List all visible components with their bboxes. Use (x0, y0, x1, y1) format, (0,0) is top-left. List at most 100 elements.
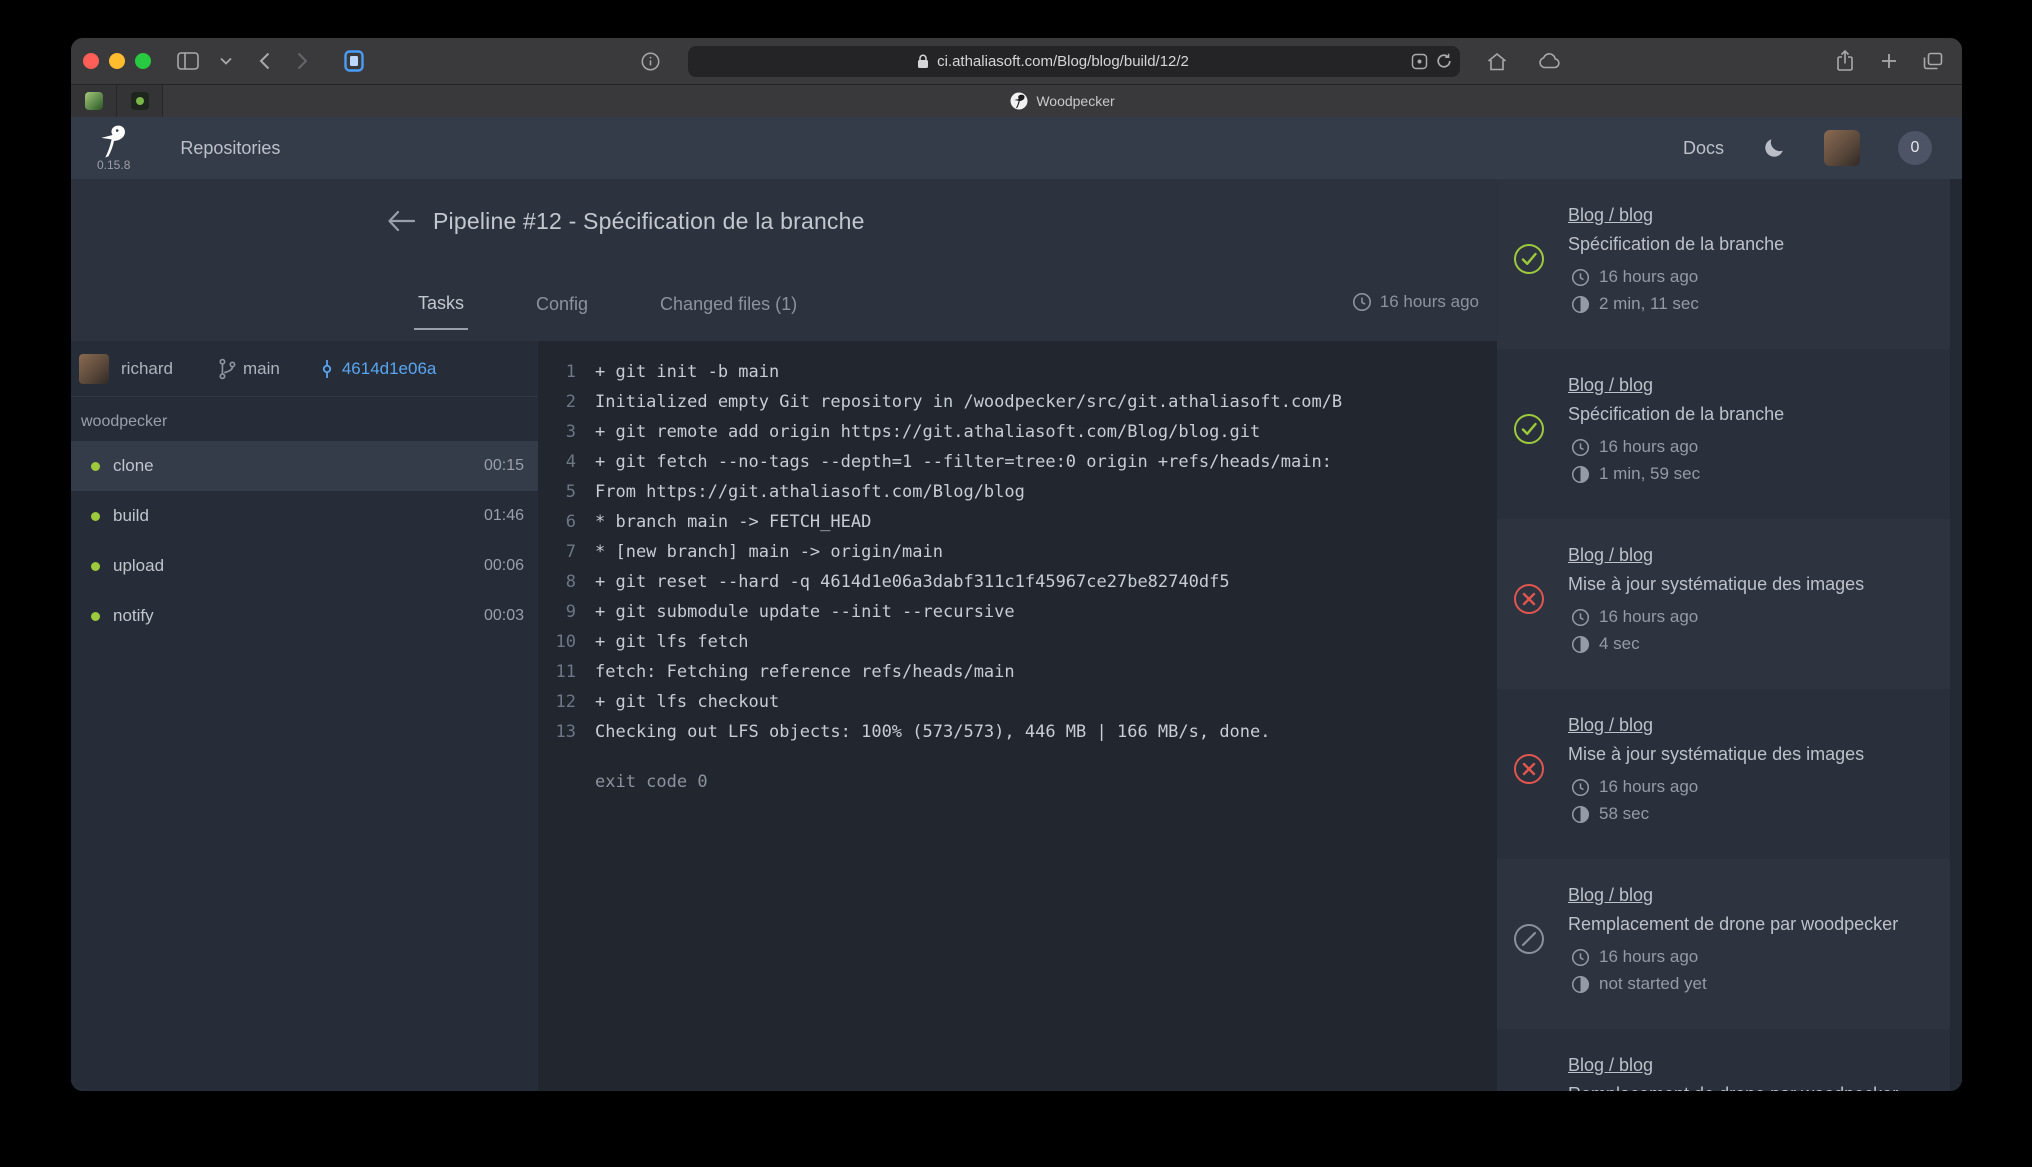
app-navbar: 0.15.8 Repositories Docs 0 (71, 117, 1962, 179)
log-output[interactable]: 1+ git init -b main 2Initialized empty G… (538, 341, 1497, 1091)
run-time: 16 hours ago (1568, 437, 1934, 457)
duration-icon (1571, 465, 1590, 484)
notification-badge[interactable]: 0 (1898, 131, 1932, 165)
log-line: 13Checking out LFS objects: 100% (573/57… (538, 717, 1497, 747)
user-avatar[interactable] (1824, 130, 1860, 166)
tab-changed-files[interactable]: Changed files (1) (656, 276, 801, 329)
run-duration-label: 4 sec (1599, 634, 1640, 654)
failure-icon (1513, 753, 1545, 785)
step-build[interactable]: build 01:46 (71, 491, 538, 541)
close-window-button[interactable] (83, 53, 99, 69)
zoom-window-button[interactable] (135, 53, 151, 69)
tab-tasks[interactable]: Tasks (414, 275, 468, 330)
pipeline-run-item[interactable]: Blog / blog Spécification de la branche … (1497, 179, 1950, 349)
run-repo-link[interactable]: Blog / blog (1568, 205, 1653, 226)
run-duration: 1 min, 59 sec (1568, 464, 1934, 484)
log-line-text: * branch main -> FETCH_HEAD (576, 507, 871, 537)
step-notify[interactable]: notify 00:03 (71, 591, 538, 641)
pipeline-run-item[interactable]: Blog / blog Remplacement de drone par wo… (1497, 1029, 1950, 1091)
home-icon[interactable] (1482, 46, 1512, 76)
nav-repositories-link[interactable]: Repositories (180, 138, 280, 159)
run-message: Mise à jour systématique des images (1568, 574, 1934, 595)
lock-icon (917, 54, 929, 69)
address-bar[interactable]: ci.athaliasoft.com/Blog/blog/build/12/2 (688, 46, 1460, 77)
step-duration: 01:46 (484, 507, 524, 525)
run-duration: 2 min, 11 sec (1568, 294, 1934, 314)
pipeline-run-item[interactable]: Blog / blog Mise à jour systématique des… (1497, 689, 1950, 859)
commit-meta-row: richard main (71, 341, 538, 397)
back-arrow-icon[interactable] (387, 210, 415, 232)
run-repo-link[interactable]: Blog / blog (1568, 885, 1653, 906)
step-name: build (113, 506, 149, 526)
privacy-report-icon[interactable] (636, 46, 666, 76)
run-time: 16 hours ago (1568, 607, 1934, 627)
log-line: 8+ git reset --hard -q 4614d1e06a3dabf31… (538, 567, 1497, 597)
log-line: 2Initialized empty Git repository in /wo… (538, 387, 1497, 417)
pipeline-run-item[interactable]: Blog / blog Remplacement de drone par wo… (1497, 859, 1950, 1029)
log-line-number: 13 (538, 717, 576, 747)
nav-docs-link[interactable]: Docs (1683, 138, 1724, 159)
step-clone[interactable]: clone 00:15 (71, 441, 538, 491)
run-repo-link[interactable]: Blog / blog (1568, 1055, 1653, 1076)
log-line-number: 2 (538, 387, 576, 417)
sidebar-toggle-icon[interactable] (173, 46, 203, 76)
log-line-number: 1 (538, 357, 576, 387)
back-button[interactable] (249, 46, 279, 76)
log-line-number: 6 (538, 507, 576, 537)
step-upload[interactable]: upload 00:06 (71, 541, 538, 591)
log-line-text: + git lfs fetch (576, 627, 749, 657)
author-name: richard (121, 359, 173, 379)
run-duration-label: not started yet (1599, 974, 1707, 994)
pinned-tab-1[interactable] (71, 85, 117, 117)
step-status-dot (91, 462, 100, 471)
run-message: Remplacement de drone par woodpecker (1568, 914, 1934, 935)
forward-button[interactable] (287, 46, 317, 76)
run-duration-label: 1 min, 59 sec (1599, 464, 1700, 484)
log-line: 9+ git submodule update --init --recursi… (538, 597, 1497, 627)
active-tab[interactable]: Woodpecker (163, 85, 1962, 117)
clock-icon (1571, 948, 1590, 967)
chevron-down-icon[interactable] (211, 46, 241, 76)
duration-icon (1571, 975, 1590, 994)
reader-shortcut-icon[interactable] (339, 46, 369, 76)
pipeline-header: Pipeline #12 - Spécification de la branc… (71, 179, 1497, 263)
new-tab-icon[interactable] (1874, 46, 1904, 76)
steps-panel: richard main (71, 341, 538, 1091)
tab-title: Woodpecker (1036, 93, 1114, 109)
log-line-text: + git init -b main (576, 357, 779, 387)
share-icon[interactable] (1830, 46, 1860, 76)
minimize-window-button[interactable] (109, 53, 125, 69)
run-message: Spécification de la branche (1568, 234, 1934, 255)
pipeline-run-item[interactable]: Blog / blog Spécification de la branche … (1497, 349, 1950, 519)
dark-mode-moon-icon[interactable] (1762, 136, 1786, 160)
run-repo-link[interactable]: Blog / blog (1568, 375, 1653, 396)
workflow-group-label: woodpecker (71, 397, 538, 441)
failure-icon (1513, 583, 1545, 615)
extension-badge-icon[interactable] (1411, 53, 1428, 70)
woodpecker-logo[interactable]: 0.15.8 (97, 124, 130, 172)
tab-overview-icon[interactable] (1918, 46, 1948, 76)
pinned-tab-2[interactable] (117, 85, 163, 117)
commit-hash-link[interactable]: 4614d1e06a (342, 359, 437, 379)
log-line-text: Checking out LFS objects: 100% (573/573)… (576, 717, 1271, 747)
clock-icon (1571, 778, 1590, 797)
log-line-text: fetch: Fetching reference refs/heads/mai… (576, 657, 1015, 687)
run-message: Spécification de la branche (1568, 404, 1934, 425)
step-name: clone (113, 456, 154, 476)
tab-config[interactable]: Config (532, 276, 592, 329)
step-status-dot (91, 562, 100, 571)
clock-icon (1352, 292, 1372, 312)
run-repo-link[interactable]: Blog / blog (1568, 545, 1653, 566)
log-line-text: + git remote add origin https://git.atha… (576, 417, 1260, 447)
duration-icon (1571, 295, 1590, 314)
cloud-tabs-icon[interactable] (1534, 46, 1564, 76)
log-line: 7* [new branch] main -> origin/main (538, 537, 1497, 567)
log-line-text: + git fetch --no-tags --depth=1 --filter… (576, 447, 1332, 477)
run-duration: 58 sec (1568, 804, 1934, 824)
pipeline-run-item[interactable]: Blog / blog Mise à jour systématique des… (1497, 519, 1950, 689)
branch-info: main (217, 358, 280, 380)
run-repo-link[interactable]: Blog / blog (1568, 715, 1653, 736)
reload-icon[interactable] (1436, 53, 1452, 69)
sidebar-scrollbar[interactable] (1950, 179, 1962, 1091)
log-line-number: 4 (538, 447, 576, 477)
